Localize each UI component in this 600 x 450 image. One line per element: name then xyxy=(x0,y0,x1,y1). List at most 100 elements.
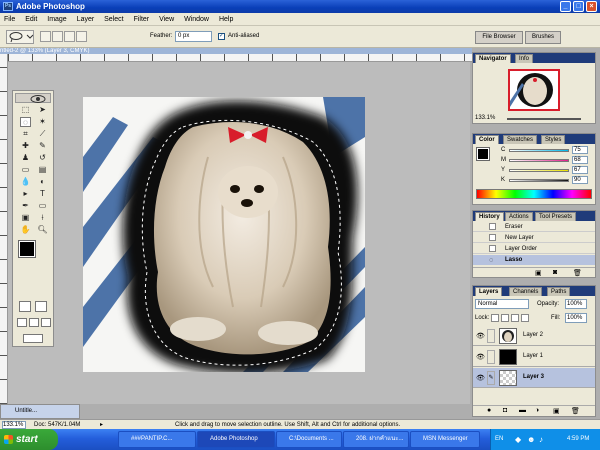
minimized-document[interactable]: Untitle... xyxy=(0,404,80,419)
slice-tool-icon[interactable]: ⟋ xyxy=(37,129,48,139)
eye-visibility-icon[interactable]: 👁︎ xyxy=(476,374,485,382)
tab-info[interactable]: Info xyxy=(515,54,534,63)
tray-icon[interactable]: ◆ xyxy=(515,429,521,450)
channel-k-slider[interactable] xyxy=(509,179,569,182)
antialias-checkbox[interactable]: ✓ xyxy=(218,33,225,40)
brush-tool-icon[interactable]: ✎ xyxy=(37,141,48,151)
history-item[interactable]: Layer Order xyxy=(473,244,595,254)
layer-row[interactable]: 👁︎ Layer 1 xyxy=(473,347,595,367)
lasso-tool-icon[interactable]: ◌ xyxy=(20,117,31,127)
menu-edit[interactable]: Edit xyxy=(21,13,41,26)
channel-c-value[interactable]: 75 xyxy=(572,146,588,154)
msn-tray-icon[interactable]: ☻ xyxy=(527,429,535,450)
tab-actions[interactable]: Actions xyxy=(505,212,533,221)
path-select-tool-icon[interactable]: ▸ xyxy=(20,189,31,199)
adjustment-layer-icon[interactable]: ◑ xyxy=(535,407,539,414)
intersect-selection-button[interactable] xyxy=(76,31,87,42)
lock-transparency-checkbox[interactable] xyxy=(491,314,499,322)
task-msn[interactable]: MSN Messenger xyxy=(410,431,480,448)
layer-style-icon[interactable]: ● xyxy=(487,407,491,414)
menu-image[interactable]: Image xyxy=(43,13,70,26)
add-selection-button[interactable] xyxy=(52,31,63,42)
tab-tool-presets[interactable]: Tool Presets xyxy=(535,212,577,221)
menu-help[interactable]: Help xyxy=(215,13,237,26)
eye-visibility-icon[interactable]: 👁︎ xyxy=(476,353,485,361)
channel-m-value[interactable]: 68 xyxy=(572,156,588,164)
blend-mode-select[interactable]: Normal xyxy=(475,299,529,309)
hand-tool-icon[interactable]: ✋ xyxy=(20,225,31,235)
snapshot-icon[interactable]: ◙ xyxy=(553,269,557,276)
task-photoshop[interactable]: Adobe Photoshop xyxy=(197,431,275,448)
tab-color[interactable]: Color xyxy=(475,135,499,144)
navigator-zoom-value[interactable]: 133.1% xyxy=(475,115,495,121)
fill-input[interactable]: 100% xyxy=(565,313,587,323)
gradient-tool-icon[interactable]: ▤ xyxy=(37,165,48,175)
tool-preset-picker[interactable] xyxy=(6,30,34,44)
healing-brush-tool-icon[interactable]: ✚ xyxy=(20,141,31,151)
eraser-tool-icon[interactable]: ▭ xyxy=(20,165,31,175)
jump-to-imageready-button[interactable] xyxy=(23,334,43,343)
trash-icon[interactable]: 🗑︎ xyxy=(573,269,582,277)
well-tab-file-browser[interactable]: File Browser xyxy=(475,31,523,44)
channel-y-value[interactable]: 67 xyxy=(572,166,588,174)
new-layer-icon[interactable]: ▣ xyxy=(553,407,560,415)
maximize-button[interactable]: □ xyxy=(573,1,584,12)
tab-layers[interactable]: Layers xyxy=(475,287,503,296)
pen-tool-icon[interactable]: ✒ xyxy=(20,201,31,211)
tab-navigator[interactable]: Navigator xyxy=(475,54,511,63)
menu-view[interactable]: View xyxy=(155,13,178,26)
status-zoom-input[interactable]: 133.1% xyxy=(2,421,26,429)
volume-icon[interactable]: ♪ xyxy=(539,429,543,450)
history-item-active[interactable]: ◌ Lasso xyxy=(473,255,595,265)
blur-tool-icon[interactable]: 💧 xyxy=(20,177,31,187)
tab-paths[interactable]: Paths xyxy=(547,287,571,296)
history-item[interactable]: Eraser xyxy=(473,222,595,232)
subtract-selection-button[interactable] xyxy=(64,31,75,42)
link-toggle[interactable] xyxy=(487,329,495,343)
tab-channels[interactable]: Channels xyxy=(509,287,543,296)
language-indicator[interactable]: EN xyxy=(495,429,503,450)
new-selection-button[interactable] xyxy=(40,31,51,42)
standard-mode-button[interactable] xyxy=(19,301,31,312)
notes-tool-icon[interactable]: ▣ xyxy=(20,213,31,223)
eye-visibility-icon[interactable]: 👁︎ xyxy=(476,332,485,340)
tab-styles[interactable]: Styles xyxy=(541,135,566,144)
channel-k-value[interactable]: 90 xyxy=(572,176,588,184)
brush-edit-icon[interactable]: ✎ xyxy=(487,371,495,385)
opacity-input[interactable]: 100% xyxy=(565,299,587,309)
toolbox-header[interactable] xyxy=(15,93,51,103)
well-tab-brushes[interactable]: Brushes xyxy=(525,31,561,44)
history-item[interactable]: New Layer xyxy=(473,233,595,243)
document-canvas[interactable] xyxy=(83,97,365,372)
tab-history[interactable]: History xyxy=(475,212,504,221)
color-spectrum-bar[interactable] xyxy=(476,189,592,199)
move-tool-icon[interactable]: ➤ xyxy=(37,105,48,115)
menu-select[interactable]: Select xyxy=(100,13,127,26)
menu-file[interactable]: File xyxy=(0,13,19,26)
type-tool-icon[interactable]: T xyxy=(37,189,48,199)
navigator-zoom-slider[interactable] xyxy=(507,118,581,120)
magic-wand-tool-icon[interactable]: ✶ xyxy=(37,117,48,127)
channel-y-slider[interactable] xyxy=(509,169,569,172)
navigator-thumbnail[interactable] xyxy=(508,69,560,111)
marquee-tool-icon[interactable]: ⬚ xyxy=(20,105,31,115)
minimize-button[interactable]: _ xyxy=(560,1,571,12)
channel-c-slider[interactable] xyxy=(509,149,569,152)
trash-icon[interactable]: 🗑︎ xyxy=(571,407,580,415)
lock-position-checkbox[interactable] xyxy=(511,314,519,322)
screen-mode-full-button[interactable] xyxy=(41,318,51,327)
layer-mask-icon[interactable]: ◘ xyxy=(503,407,507,414)
menu-filter[interactable]: Filter xyxy=(130,13,154,26)
task-thread[interactable]: 208. ฝากคำแนะ... xyxy=(343,431,409,448)
quick-mask-button[interactable] xyxy=(35,301,47,312)
feather-input[interactable]: 0 px xyxy=(175,31,212,42)
tab-swatches[interactable]: Swatches xyxy=(503,135,538,144)
lock-image-checkbox[interactable] xyxy=(501,314,509,322)
start-button[interactable]: start xyxy=(0,429,58,450)
layer-row-active[interactable]: 👁︎ ✎ Layer 3 xyxy=(473,368,595,388)
menu-layer[interactable]: Layer xyxy=(73,13,99,26)
lock-all-checkbox[interactable] xyxy=(521,314,529,322)
layer-set-icon[interactable]: ▬ xyxy=(519,407,526,414)
channel-m-slider[interactable] xyxy=(509,159,569,162)
task-documents[interactable]: C:\Documents ... xyxy=(276,431,342,448)
